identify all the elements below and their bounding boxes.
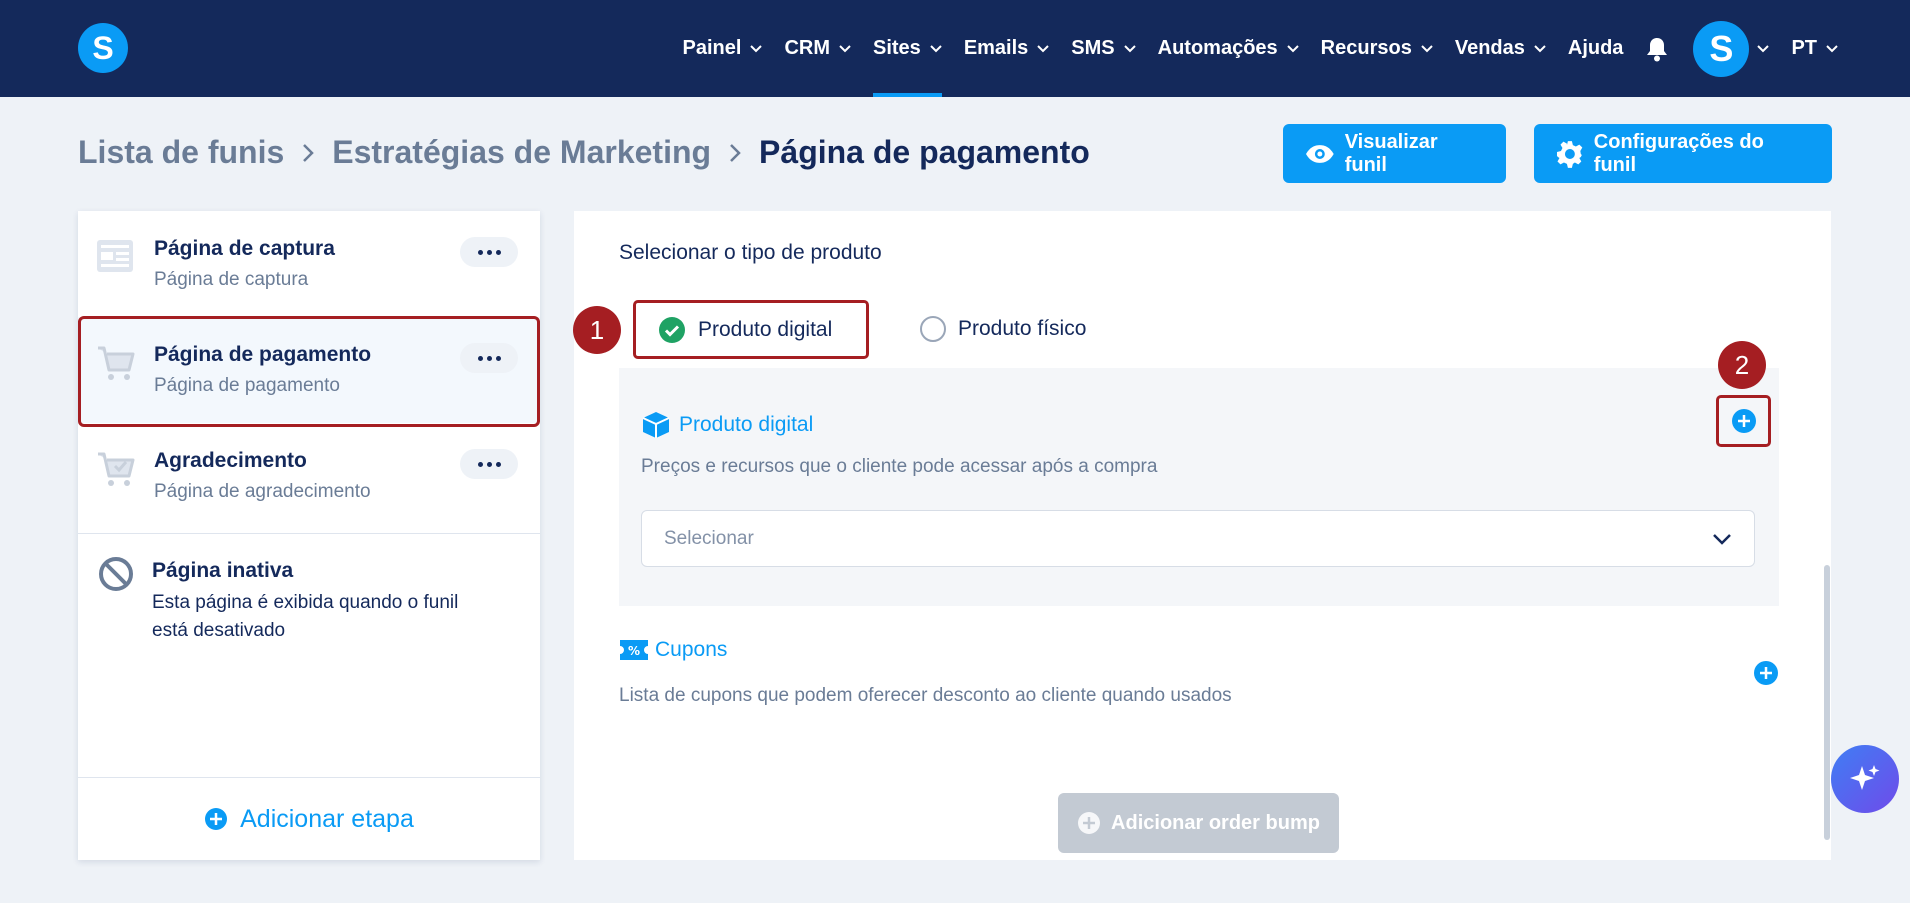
avatar[interactable]: S: [1693, 20, 1750, 77]
breadcrumb-funnel[interactable]: Estratégias de Marketing: [332, 134, 711, 171]
inactive-page-title: Página inativa: [152, 559, 294, 582]
select-placeholder: Selecionar: [664, 527, 754, 549]
tab-digital-product[interactable]: Produto digital: [633, 300, 869, 359]
gear-icon: [1556, 140, 1583, 168]
add-coupon-button[interactable]: [1753, 660, 1779, 686]
breadcrumb-current: Página de pagamento: [759, 134, 1090, 170]
order-bump-label: Adicionar order bump: [1111, 811, 1320, 834]
cart-check-icon: [96, 451, 136, 494]
scrollbar[interactable]: [1824, 565, 1830, 840]
nav-label: Ajuda: [1567, 37, 1624, 59]
nav-label: Vendas: [1454, 37, 1525, 59]
annotation-badge-2: 2: [1718, 341, 1766, 389]
language-label: PT: [1791, 37, 1817, 59]
nav-sms[interactable]: SMS: [1071, 0, 1136, 97]
svg-text:%: %: [628, 644, 640, 658]
digital-product-select[interactable]: Selecionar: [641, 510, 1755, 567]
box-icon: [642, 412, 670, 438]
step-title: Agradecimento: [154, 449, 307, 472]
coupon-icon: %: [620, 640, 648, 660]
nav-sites[interactable]: Sites: [873, 0, 942, 97]
coupons-description: Lista de cupons que podem oferecer desco…: [619, 685, 1232, 706]
highlight-outline: [78, 316, 540, 427]
digital-product-section: [619, 368, 1779, 606]
add-step-label: Adicionar etapa: [240, 804, 414, 833]
bell-icon[interactable]: [1645, 36, 1669, 62]
breadcrumb-funnels[interactable]: Lista de funis: [78, 134, 284, 171]
tab-label: Produto físico: [958, 317, 1087, 340]
digital-product-description: Preços e recursos que o cliente pode ace…: [641, 456, 1158, 477]
annotation-badge-1: 1: [573, 306, 621, 354]
chevron-down-icon: [930, 44, 942, 53]
language-select[interactable]: PT: [1791, 0, 1838, 97]
chevron-right-icon: [729, 143, 741, 163]
nav-painel[interactable]: Painel: [683, 0, 763, 97]
prohibited-icon: [98, 556, 134, 597]
step-title: Página de captura: [154, 237, 335, 260]
digital-product-title: Produto digital: [641, 411, 813, 439]
check-circle-icon: [659, 316, 685, 343]
chevron-down-icon: [839, 44, 851, 53]
chevron-down-icon: [1826, 44, 1838, 53]
chevron-right-icon: [302, 143, 315, 163]
nav-label: Emails: [963, 37, 1029, 59]
chevron-down-icon: [1421, 44, 1433, 53]
product-type-label: Selecionar o tipo de produto: [619, 241, 882, 264]
nav-crm[interactable]: CRM: [784, 0, 851, 97]
nav-vendas[interactable]: Vendas: [1455, 0, 1546, 97]
nav-label: Painel: [682, 37, 742, 59]
plus-circle-icon: [1754, 661, 1778, 685]
plus-circle-icon: [1078, 812, 1101, 834]
plus-circle-icon: [1731, 409, 1756, 433]
radio-icon: [920, 316, 946, 342]
app-logo[interactable]: S: [78, 23, 128, 73]
plus-circle-icon: [205, 808, 228, 830]
step-capture-page[interactable]: Página de captura Página de captura: [78, 211, 540, 317]
chevron-down-icon: [750, 44, 763, 53]
tab-physical-product[interactable]: Produto físico: [920, 316, 1086, 342]
section-title: Cupons: [655, 638, 728, 661]
landing-page-icon: [96, 239, 134, 278]
sparkles-icon: [1850, 765, 1880, 790]
nav-label: Automações: [1157, 37, 1278, 59]
more-options-button[interactable]: [460, 237, 518, 267]
nav-recursos[interactable]: Recursos: [1321, 0, 1433, 97]
nav-label: Recursos: [1320, 37, 1412, 59]
coupons-title: % Cupons: [619, 638, 727, 662]
view-funnel-button[interactable]: Visualizar funil: [1283, 124, 1506, 183]
inactive-page-description: Esta página é exibida quando o funil est…: [152, 592, 459, 641]
nav-automacoes[interactable]: Automações: [1158, 0, 1299, 97]
main-nav: Painel CRM Sites Emails SMS Automações R…: [661, 0, 1838, 97]
ai-assistant-button[interactable]: [1831, 745, 1899, 813]
funnel-settings-label: Configurações do funil: [1593, 130, 1764, 176]
funnel-settings-button[interactable]: Configurações do funil: [1534, 124, 1832, 183]
nav-label: CRM: [784, 37, 830, 59]
eye-icon: [1305, 144, 1334, 163]
chevron-down-icon[interactable]: [1757, 44, 1770, 53]
view-funnel-label: Visualizar funil: [1344, 130, 1438, 176]
section-title: Produto digital: [679, 413, 814, 436]
chevron-down-icon: [1037, 44, 1050, 53]
top-navbar: S Painel CRM Sites Emails SMS Automações…: [0, 0, 1910, 97]
breadcrumb: Lista de funis Estratégias de Marketing …: [78, 134, 1090, 171]
divider: [78, 533, 540, 534]
add-order-bump-button[interactable]: Adicionar order bump: [1058, 793, 1339, 853]
add-digital-product-button[interactable]: [1716, 395, 1771, 447]
nav-ajuda[interactable]: Ajuda: [1568, 0, 1624, 97]
step-subtitle: Página de agradecimento: [154, 481, 371, 502]
step-subtitle: Página de captura: [154, 269, 309, 290]
nav-emails[interactable]: Emails: [963, 0, 1050, 97]
tab-label: Produto digital: [698, 317, 833, 341]
nav-label: Sites: [873, 37, 921, 59]
chevron-down-icon: [1123, 44, 1136, 53]
chevron-down-icon: [1534, 44, 1546, 53]
chevron-down-icon: [1286, 44, 1299, 53]
nav-label: SMS: [1071, 37, 1115, 59]
funnel-steps-panel: Página de captura Página de captura Pági…: [78, 211, 540, 860]
step-thank-you-page[interactable]: Agradecimento Página de agradecimento: [78, 423, 540, 529]
more-options-button[interactable]: [460, 449, 518, 479]
add-step-button[interactable]: Adicionar etapa: [78, 777, 540, 860]
chevron-down-icon: [1713, 533, 1731, 545]
